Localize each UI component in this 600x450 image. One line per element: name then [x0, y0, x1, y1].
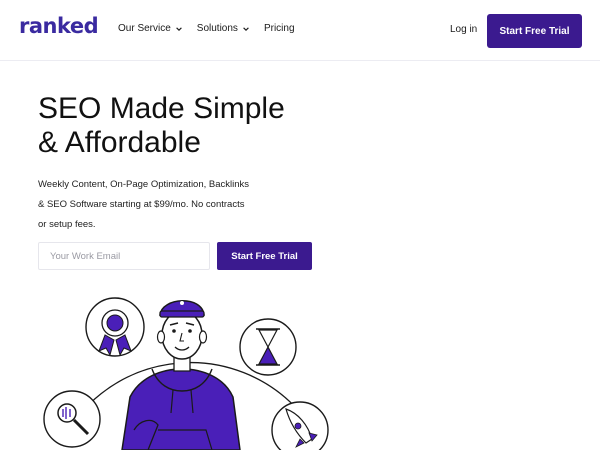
site-header: ranked Our Service Solutions Pricing Log… — [0, 0, 600, 61]
hero-description: Weekly Content, On-Page Optimization, Ba… — [38, 175, 278, 235]
chevron-down-icon — [176, 26, 182, 31]
work-email-input[interactable] — [38, 242, 210, 270]
start-free-trial-button[interactable]: Start Free Trial — [487, 14, 582, 48]
main-nav: Our Service Solutions Pricing — [118, 23, 295, 34]
nav-our-service-label: Our Service — [118, 23, 171, 34]
chevron-down-icon — [243, 26, 249, 31]
nav-solutions[interactable]: Solutions — [197, 23, 250, 34]
ranked-logo[interactable]: ranked — [19, 14, 99, 38]
hero-title-line-2: & Affordable — [38, 126, 201, 159]
hero-desc-line-2: & SEO Software starting at $99/mo. No co… — [38, 199, 245, 210]
hero-desc-line-3: or setup fees. — [38, 219, 96, 230]
hourglass-icon — [239, 318, 297, 376]
hero-start-free-trial-button[interactable]: Start Free Trial — [217, 242, 312, 270]
hero-title-line-1: SEO Made Simple — [38, 92, 285, 125]
hero-title: SEO Made Simple & Affordable — [38, 92, 358, 160]
login-link[interactable]: Log in — [450, 24, 477, 35]
hero-desc-line-1: Weekly Content, On-Page Optimization, Ba… — [38, 179, 250, 190]
award-ribbon-icon — [85, 297, 145, 357]
nav-solutions-label: Solutions — [196, 23, 238, 34]
rocket-icon — [271, 401, 329, 450]
hero-illustration — [43, 297, 329, 450]
nav-pricing[interactable]: Pricing — [264, 23, 295, 34]
nav-pricing-label: Pricing — [263, 23, 295, 34]
magnifier-icon — [43, 390, 101, 448]
nav-our-service[interactable]: Our Service — [118, 23, 183, 34]
